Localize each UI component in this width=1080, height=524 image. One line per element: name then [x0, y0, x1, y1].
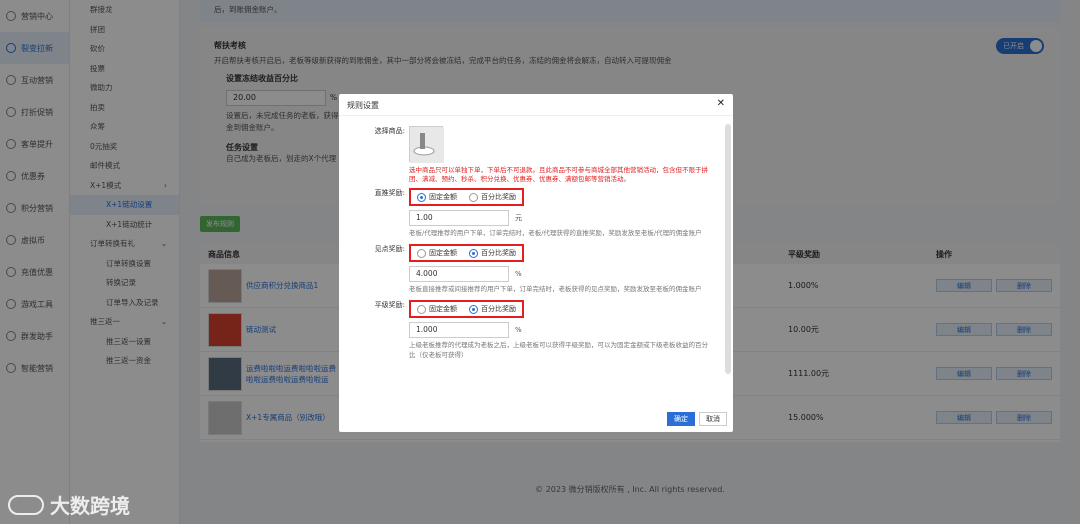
product-thumbnail[interactable]	[409, 126, 444, 163]
modal-body: 选择商品: 选中商品只可以单独下单，下单后不可退款。且此商品不可参与商城全部其他…	[339, 118, 725, 400]
direct-reward-label: 直推奖励:	[374, 189, 405, 197]
direct-hint: 老板/代理推荐的用户下单，订单完结时，老板/代理获得的直推奖励，奖励发放至老板/…	[409, 229, 702, 237]
indirect-unit: %	[515, 270, 522, 278]
modal-title: 规则设置	[347, 101, 379, 110]
direct-value-input[interactable]: 1.00	[409, 210, 509, 226]
peer-hint: 上级老板推荐的代理成为老板之后，上级老板可以获得平级奖励，可以为固定金额或下级老…	[409, 341, 708, 359]
close-icon[interactable]: ✕	[717, 98, 725, 109]
indirect-reward-options: 固定金额 百分比奖励	[409, 244, 524, 262]
select-product-label: 选择商品:	[374, 127, 405, 135]
indirect-value-input[interactable]: 4.000	[409, 266, 509, 282]
watermark: 大数跨境	[8, 490, 130, 519]
direct-fixed-radio[interactable]: 固定金额	[417, 192, 457, 202]
peer-percent-radio[interactable]: 百分比奖励	[469, 304, 516, 314]
peer-reward-options: 固定金额 百分比奖励	[409, 300, 524, 318]
peer-value-input[interactable]: 1.000	[409, 322, 509, 338]
watermark-logo-icon	[8, 494, 44, 515]
modal-scrollbar[interactable]	[725, 124, 731, 374]
indirect-hint: 老板直接推荐或间接推荐的用户下单，订单完结时，老板获得的见点奖励，奖励发放至老板…	[409, 285, 702, 293]
direct-reward-options: 固定金额 百分比奖励	[409, 188, 524, 206]
indirect-percent-radio[interactable]: 百分比奖励	[469, 248, 516, 258]
indirect-reward-label: 见点奖励:	[374, 245, 405, 253]
indirect-fixed-radio[interactable]: 固定金额	[417, 248, 457, 258]
peer-reward-label: 平级奖励:	[374, 301, 405, 309]
cancel-button[interactable]: 取消	[699, 412, 727, 426]
direct-percent-radio[interactable]: 百分比奖励	[469, 192, 516, 202]
modal-title-bar: 规则设置 ✕	[339, 94, 733, 116]
direct-unit: 元	[515, 214, 522, 222]
warning-text: 选中商品只可以单独下单，下单后不可退款。且此商品不可参与商城全部其他营销活动，包…	[409, 166, 708, 183]
confirm-button[interactable]: 确定	[667, 412, 695, 426]
rule-settings-modal: 规则设置 ✕ 选择商品: 选中商品只可以单独下单，下单后不可退款。且此商品不可参…	[339, 94, 733, 432]
peer-unit: %	[515, 326, 522, 334]
peer-fixed-radio[interactable]: 固定金额	[417, 304, 457, 314]
